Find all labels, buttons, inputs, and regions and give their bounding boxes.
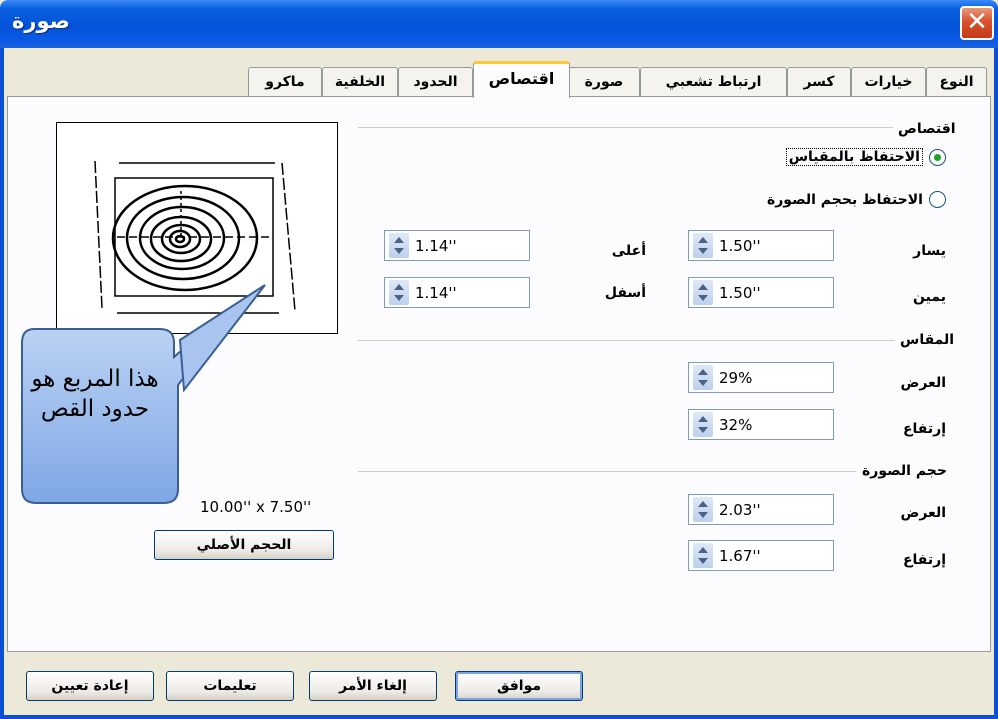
spinner-arrows-icon[interactable]: [389, 233, 409, 258]
spinner-arrows-icon[interactable]: [693, 412, 713, 437]
keep-image-size-radio[interactable]: [929, 191, 946, 208]
image-size-group-divider: [358, 471, 856, 472]
window-frame-right: [994, 48, 998, 719]
crop-group-label: اقتصاص: [898, 121, 956, 137]
spinner-arrows-icon[interactable]: [693, 497, 713, 522]
window-title: صورة: [12, 9, 70, 33]
tab-picture[interactable]: صورة: [568, 67, 640, 97]
crop-left-label: يسار: [913, 243, 946, 259]
scale-group-label: المقاس: [900, 332, 955, 348]
image-width-label: العرض: [900, 505, 947, 521]
keep-scale-radio[interactable]: [929, 148, 946, 166]
scale-group-divider: [358, 340, 895, 341]
spinner-arrows-icon[interactable]: [693, 280, 713, 305]
crop-top-value[interactable]: 1.14'': [415, 237, 457, 255]
tab-borders[interactable]: الحدود: [398, 67, 473, 97]
tab-wrap[interactable]: كسر: [787, 67, 851, 97]
crop-top-label: أعلى: [611, 243, 646, 259]
tab-type[interactable]: النوع: [926, 67, 987, 97]
spinner-arrows-icon[interactable]: [693, 233, 713, 258]
scale-height-value[interactable]: 32%: [719, 416, 752, 434]
tab-macro[interactable]: ماكرو: [248, 67, 322, 97]
tab-crop[interactable]: اقتصاص: [473, 61, 570, 98]
reset-button[interactable]: إعادة تعيين: [26, 671, 154, 701]
scale-height-spinner[interactable]: 32%: [688, 409, 834, 440]
spinner-arrows-icon[interactable]: [693, 365, 713, 390]
callout-pointer: [178, 284, 266, 393]
crop-bottom-value[interactable]: 1.14'': [415, 284, 457, 302]
window-frame-bottom: [0, 715, 998, 719]
image-size-group-label: حجم الصورة: [862, 463, 947, 479]
crop-top-spinner[interactable]: 1.14'': [384, 230, 530, 261]
scale-width-spinner[interactable]: 29%: [688, 362, 834, 393]
window-frame-left: [0, 48, 4, 719]
original-size-button[interactable]: الحجم الأصلي: [154, 530, 334, 560]
image-height-label: إرتفاع: [902, 552, 946, 568]
help-button[interactable]: تعليمات: [166, 671, 294, 701]
close-button[interactable]: ✕: [960, 6, 994, 40]
keep-image-size-label[interactable]: الاحتفاظ بحجم الصورة: [767, 192, 923, 208]
title-bar: صورة ✕: [0, 0, 998, 48]
scale-width-label: العرض: [900, 375, 947, 391]
cancel-button[interactable]: إلغاء الأمر: [309, 671, 437, 701]
image-width-spinner[interactable]: 2.03'': [688, 494, 834, 525]
crop-group-divider: [358, 127, 893, 128]
image-height-value[interactable]: 1.67'': [719, 547, 761, 565]
image-height-spinner[interactable]: 1.67'': [688, 540, 834, 571]
crop-bottom-spinner[interactable]: 1.14'': [384, 277, 530, 308]
crop-right-spinner[interactable]: 1.50'': [688, 277, 834, 308]
crop-left-value[interactable]: 1.50'': [719, 237, 761, 255]
keep-scale-option[interactable]: الاحتفاظ بالمقياس: [785, 148, 946, 166]
scale-height-label: إرتفاع: [902, 421, 946, 437]
crop-bottom-label: أسفل: [604, 285, 646, 301]
spinner-arrows-icon[interactable]: [389, 280, 409, 305]
scale-width-value[interactable]: 29%: [719, 369, 752, 387]
tab-hyperlink[interactable]: ارتباط تشعبي: [640, 67, 787, 97]
crop-right-value[interactable]: 1.50'': [719, 284, 761, 302]
keep-scale-label[interactable]: الاحتفاظ بالمقياس: [785, 148, 923, 166]
callout-text: هذا المربع هو حدود القص: [31, 366, 159, 422]
crop-right-label: يمين: [913, 289, 946, 305]
keep-image-size-option[interactable]: الاحتفاظ بحجم الصورة: [767, 191, 946, 208]
crop-left-spinner[interactable]: 1.50'': [688, 230, 834, 261]
original-size-text: 10.00'' x 7.50'': [200, 498, 312, 516]
tab-area[interactable]: الخلفية: [322, 67, 398, 97]
ok-button[interactable]: موافق: [455, 671, 583, 701]
spinner-arrows-icon[interactable]: [693, 543, 713, 568]
tab-options[interactable]: خيارات: [851, 67, 926, 97]
image-width-value[interactable]: 2.03'': [719, 501, 761, 519]
